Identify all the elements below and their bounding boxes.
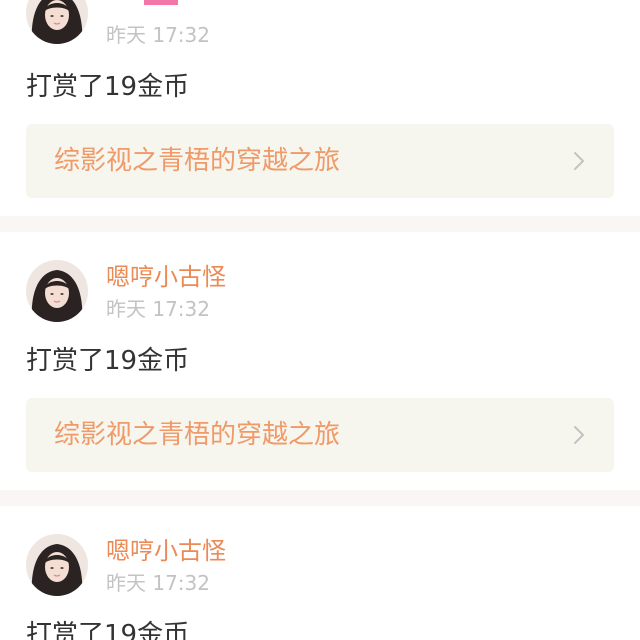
book-link[interactable]: 综影视之青梧的穿越之旅 [26, 398, 614, 472]
post-time: 昨天 17:32 [106, 297, 210, 321]
username[interactable]: 嗯哼小古怪 [106, 536, 226, 566]
divider [0, 216, 640, 232]
feed-item: 嗯哼小古怪 昨天 17:32 打赏了19金币 综影视之青梧的穿越之旅 [0, 232, 640, 490]
book-title: 综影视之青梧的穿越之旅 [54, 146, 341, 176]
user-avatar-icon[interactable] [26, 0, 88, 44]
reward-text: 打赏了19金币 [26, 620, 190, 640]
divider [0, 490, 640, 506]
post-time: 昨天 17:32 [106, 571, 210, 595]
chevron-right-icon [568, 424, 590, 446]
chevron-right-icon [568, 150, 590, 172]
username[interactable]: 嗯哼小古怪 [106, 262, 226, 292]
user-avatar-icon[interactable] [26, 260, 88, 322]
book-link[interactable]: 综影视之青梧的穿越之旅 [26, 124, 614, 198]
post-time: 昨天 17:32 [106, 23, 210, 47]
username-highlight [144, 0, 178, 5]
reward-text: 打赏了19金币 [26, 72, 190, 102]
reward-feed: 昨天 17:32 打赏了19金币 综影视之青梧的穿越之旅 嗯哼小古怪 昨天 17… [0, 0, 640, 640]
book-title: 综影视之青梧的穿越之旅 [54, 420, 341, 450]
user-avatar-icon[interactable] [26, 534, 88, 596]
reward-text: 打赏了19金币 [26, 346, 190, 376]
feed-item: 嗯哼小古怪 昨天 17:32 打赏了19金币 [0, 506, 640, 640]
feed-item: 昨天 17:32 打赏了19金币 综影视之青梧的穿越之旅 [0, 0, 640, 216]
